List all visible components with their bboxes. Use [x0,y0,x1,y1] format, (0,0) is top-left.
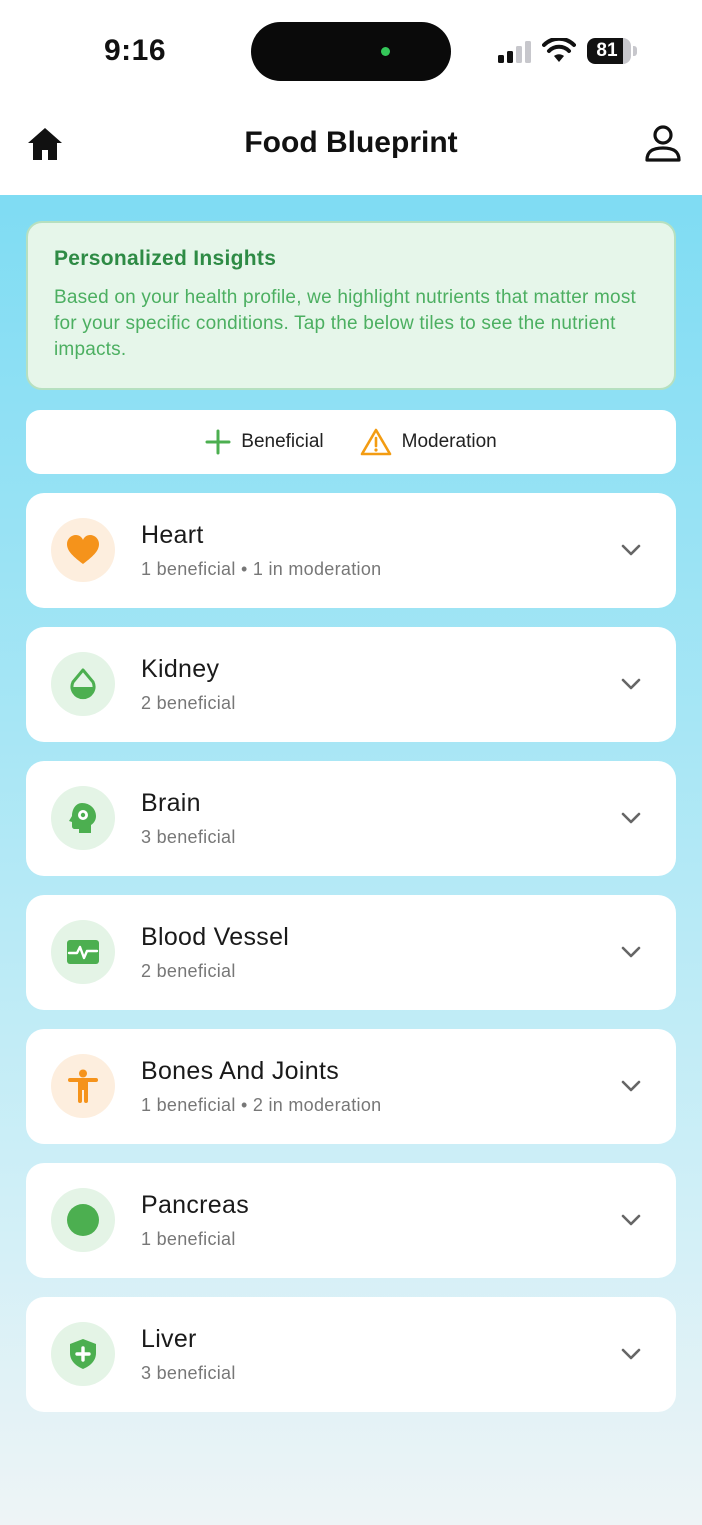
organ-summary: 1 beneficial • 2 in moderation [141,1095,382,1115]
legend-beneficial-label: Beneficial [241,431,324,452]
organ-card-pancreas[interactable]: Pancreas 1 beneficial [26,1163,676,1278]
organ-card-liver[interactable]: Liver 3 beneficial [26,1297,676,1412]
profile-icon[interactable] [644,124,682,164]
dynamic-island [251,22,451,81]
status-bar: 9:16 81 [0,0,702,100]
chevron-down-icon[interactable] [620,1211,642,1229]
legend-moderation: Moderation [360,428,497,456]
organ-card-bones-and-joints[interactable]: Bones And Joints 1 beneficial • 2 in mod… [26,1029,676,1144]
organ-name: Bones And Joints [141,1057,339,1085]
organ-card-heart[interactable]: Heart 1 beneficial • 1 in moderation [26,493,676,608]
camera-indicator-icon [381,47,390,56]
chevron-down-icon[interactable] [620,943,642,961]
battery-indicator: 81 [587,38,637,64]
insights-title: Personalized Insights [54,247,277,270]
legend-card: Beneficial Moderation [26,410,676,474]
wifi-icon [542,38,576,62]
circle-icon [67,1204,99,1236]
organ-name: Liver [141,1325,197,1353]
chevron-down-icon[interactable] [620,1077,642,1095]
insights-body: Based on your health profile, we highlig… [54,287,636,360]
chevron-down-icon[interactable] [620,541,642,559]
organ-card-brain[interactable]: Brain 3 beneficial [26,761,676,876]
organ-card-blood-vessel[interactable]: Blood Vessel 2 beneficial [26,895,676,1010]
organ-summary: 1 beneficial • 1 in moderation [141,559,382,579]
organ-summary: 3 beneficial [141,827,236,847]
organ-name: Heart [141,521,204,549]
organ-name: Blood Vessel [141,923,290,951]
organ-name: Pancreas [141,1191,250,1219]
status-time: 9:16 [104,34,167,67]
organ-name: Kidney [141,655,220,683]
heart-icon [67,535,99,564]
nav-header: Food Blueprint [0,100,702,195]
page-title: Food Blueprint [244,126,458,159]
legend-beneficial: Beneficial [205,429,324,455]
organ-summary: 2 beneficial [141,961,236,981]
organ-list: Heart 1 beneficial • 1 in moderation Kid… [26,493,676,1431]
legend-moderation-label: Moderation [401,431,497,452]
chevron-down-icon[interactable] [620,1345,642,1363]
organ-card-kidney[interactable]: Kidney 2 beneficial [26,627,676,742]
organ-summary: 2 beneficial [141,693,236,713]
head-gear-icon [69,803,96,833]
cellular-signal-icon [498,41,531,63]
organ-summary: 3 beneficial [141,1363,236,1383]
chevron-down-icon[interactable] [620,809,642,827]
main-content: Personalized Insights Based on your heal… [0,195,702,1525]
person-icon [68,1069,98,1103]
organ-summary: 1 beneficial [141,1229,236,1249]
warning-icon [360,428,391,456]
plus-icon [205,429,231,455]
organ-name: Brain [141,789,201,817]
pulse-icon [67,940,99,964]
shield-plus-icon [70,1339,96,1369]
insights-card: Personalized Insights Based on your heal… [26,221,676,390]
drop-icon [70,668,96,700]
chevron-down-icon[interactable] [620,675,642,693]
battery-level: 81 [596,40,618,61]
